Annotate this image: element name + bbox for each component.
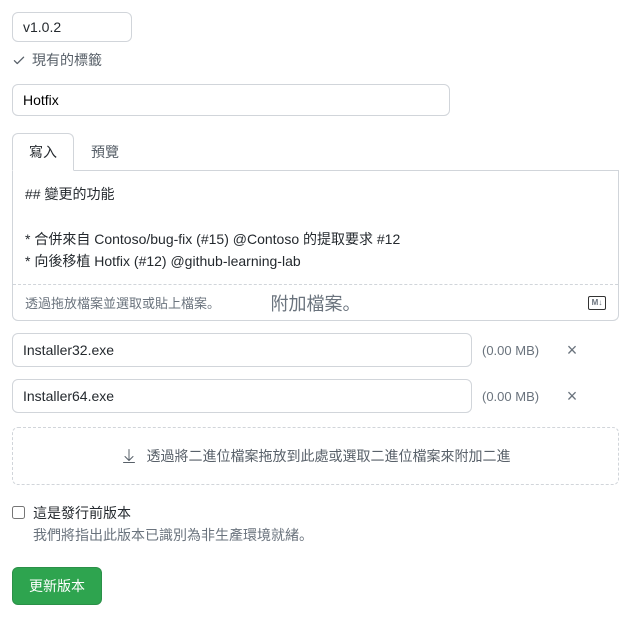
binary-row-1: (0.00 MB) × [12,379,619,413]
tab-preview[interactable]: 預覽 [74,133,136,171]
description-box: 透過拖放檔案並選取或貼上檔案。 附加檔案。 M↓ [12,171,619,321]
binary-name-input[interactable] [12,333,472,367]
tag-input[interactable] [12,12,132,42]
binary-dropzone[interactable]: 透過將二進位檔案拖放到此處或選取二進位檔案來附加二進 [12,427,619,485]
dropzone-text: 透過將二進位檔案拖放到此處或選取二進位檔案來附加二進 [147,446,511,466]
description-textarea[interactable] [13,171,618,281]
remove-binary-button[interactable]: × [562,386,582,407]
attach-overlay-text: 附加檔案。 [271,290,361,316]
binary-size: (0.00 MB) [482,343,552,358]
prerelease-section: 這是發行前版本 我們將指出此版本已識別為非生產環境就緒。 [12,503,619,545]
binary-row-0: (0.00 MB) × [12,333,619,367]
prerelease-description: 我們將指出此版本已識別為非生產環境就緒。 [33,525,313,545]
update-release-button[interactable]: 更新版本 [12,567,102,605]
prerelease-label: 這是發行前版本 [33,503,313,523]
existing-tag-label: 現有的標籤 [32,50,102,70]
download-arrow-icon [121,448,137,464]
existing-tag-indicator: 現有的標籤 [12,50,619,70]
prerelease-checkbox[interactable] [12,506,25,519]
markdown-icon: M↓ [588,296,606,310]
description-tabs: 寫入 預覽 [12,132,619,171]
release-title-input[interactable] [12,84,450,116]
remove-binary-button[interactable]: × [562,340,582,361]
binary-name-input[interactable] [12,379,472,413]
description-footer[interactable]: 透過拖放檔案並選取或貼上檔案。 附加檔案。 M↓ [13,284,618,320]
binary-size: (0.00 MB) [482,389,552,404]
attach-hint: 透過拖放檔案並選取或貼上檔案。 [25,293,220,312]
check-icon [12,53,26,67]
tab-write[interactable]: 寫入 [12,133,74,171]
